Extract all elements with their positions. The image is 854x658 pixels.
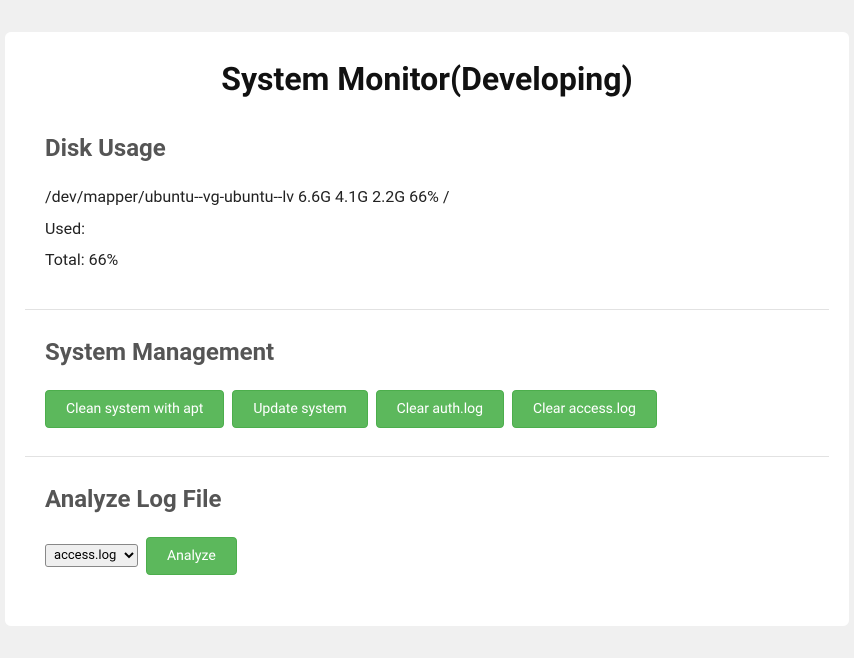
main-card: System Monitor(Developing) Disk Usage /d… — [5, 32, 849, 626]
clear-access-log-button[interactable]: Clear access.log — [512, 390, 657, 428]
disk-used-label: Used: — [45, 218, 809, 240]
clear-auth-log-button[interactable]: Clear auth.log — [376, 390, 504, 428]
analyze-button[interactable]: Analyze — [146, 537, 237, 575]
page-title: System Monitor(Developing) — [25, 60, 829, 98]
log-file-select[interactable]: access.log — [45, 544, 138, 567]
clean-system-apt-button[interactable]: Clean system with apt — [45, 390, 224, 428]
system-management-section: System Management Clean system with apt … — [25, 338, 829, 456]
disk-usage-raw-line: /dev/mapper/ubuntu--vg-ubuntu--lv 6.6G 4… — [45, 186, 809, 208]
disk-usage-section: Disk Usage /dev/mapper/ubuntu--vg-ubuntu… — [25, 134, 829, 309]
analyze-controls-row: access.log Analyze — [45, 537, 809, 575]
analyze-log-section: Analyze Log File access.log Analyze — [25, 485, 829, 603]
divider — [25, 309, 829, 310]
management-button-row: Clean system with apt Update system Clea… — [45, 390, 809, 428]
update-system-button[interactable]: Update system — [232, 390, 367, 428]
disk-total-label: Total: 66% — [45, 249, 809, 271]
system-management-heading: System Management — [45, 338, 809, 366]
divider — [25, 456, 829, 457]
analyze-log-heading: Analyze Log File — [45, 485, 809, 513]
disk-usage-heading: Disk Usage — [45, 134, 809, 162]
